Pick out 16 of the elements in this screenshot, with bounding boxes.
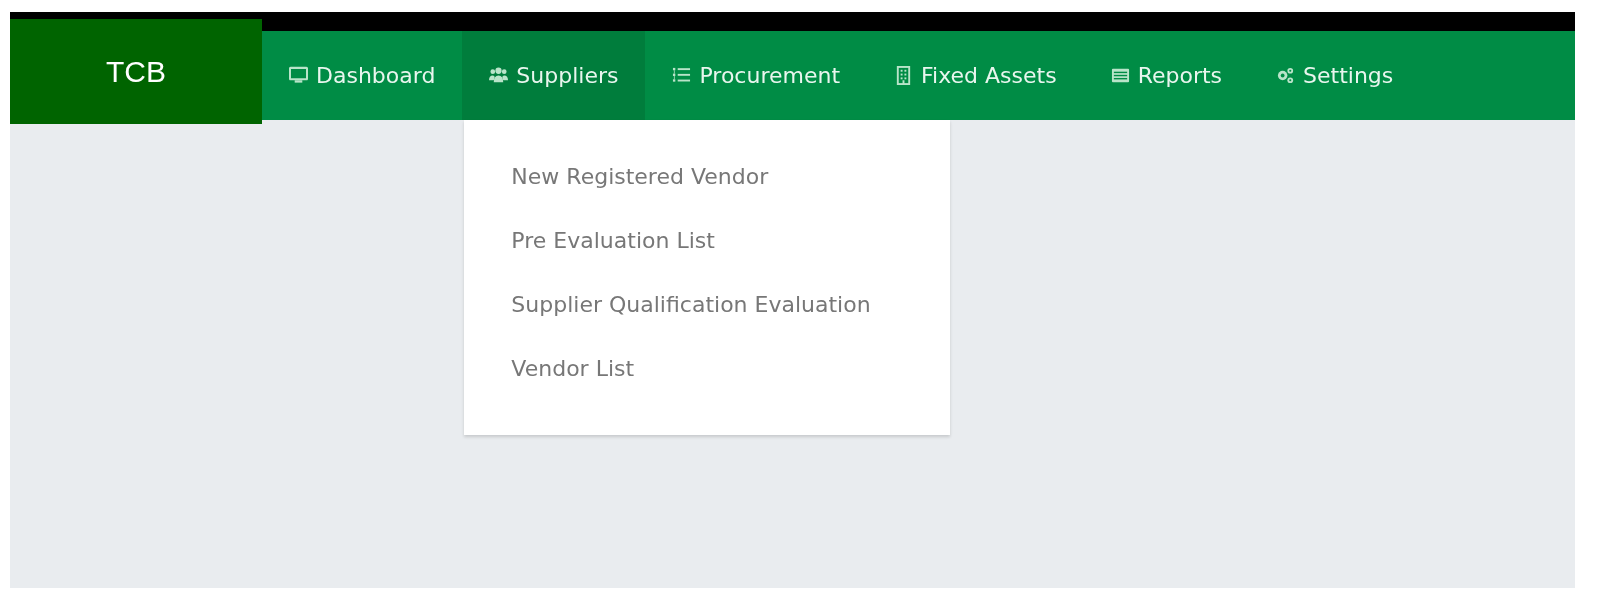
menu-item[interactable]: Supplier Qualification Evaluation (464, 273, 951, 337)
menu-item[interactable]: Pre Evaluation List (464, 209, 951, 273)
nav-tab[interactable]: Suppliers (462, 31, 646, 120)
users-icon (489, 66, 509, 85)
logo: TCB (10, 19, 262, 124)
nav-tab[interactable]: Fixed Assets (867, 31, 1084, 120)
list-icon (672, 66, 692, 85)
nav-tab[interactable]: Dashboard (262, 31, 463, 120)
nav-tab[interactable]: Procurement (645, 31, 868, 120)
nav-tab[interactable]: Reports (1083, 31, 1250, 120)
menu-item[interactable]: Vendor List (464, 337, 951, 401)
monitor-icon (289, 66, 308, 85)
nav-tab[interactable]: Settings (1249, 31, 1421, 120)
menu-item[interactable]: New Registered Vendor (464, 145, 951, 209)
table-icon (1110, 66, 1130, 85)
gears-icon (1276, 66, 1296, 85)
